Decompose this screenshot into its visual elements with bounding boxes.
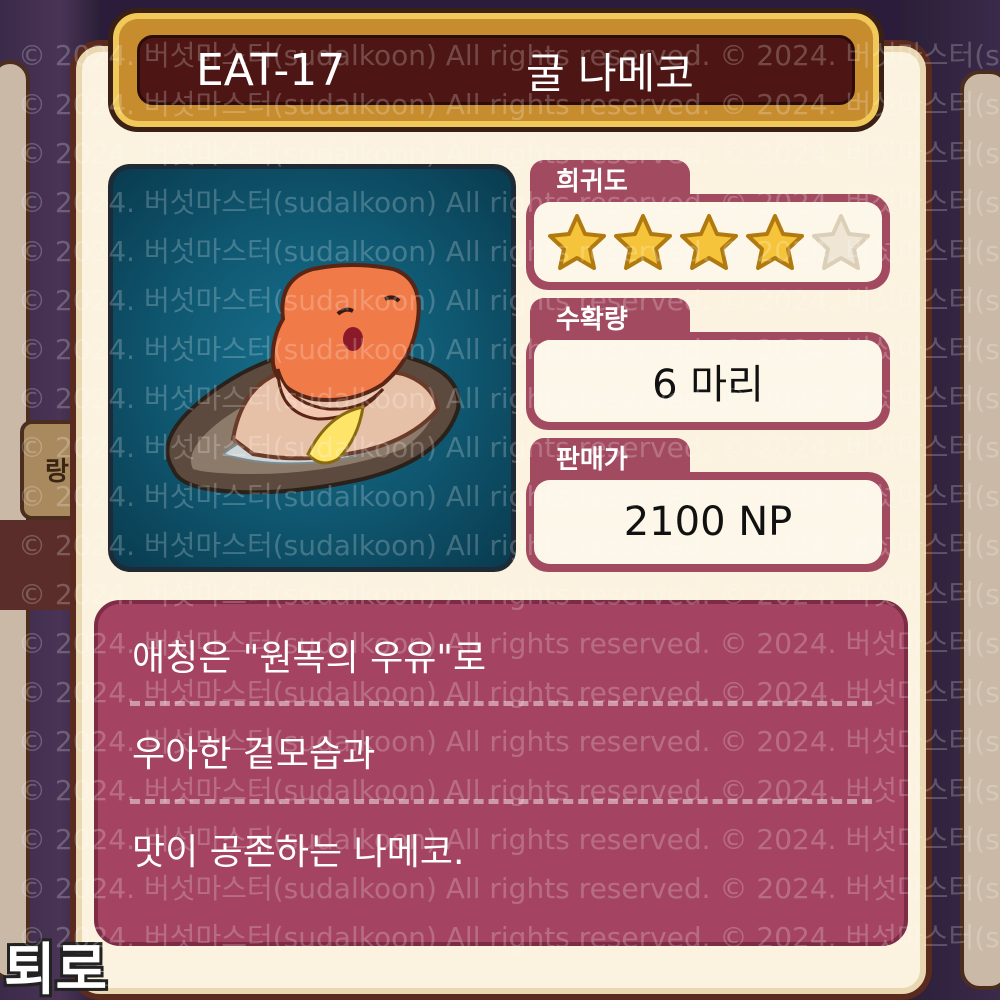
background-bottom-text: 퇴로 (4, 938, 108, 1000)
description-panel: 애칭은 "원목의 우유"로 우아한 겉모습과 맛이 공존하는 나메코. (94, 600, 908, 946)
title-bar-inner: EAT-17 굴 나메코 (137, 35, 855, 105)
harvest-value: 6 마리 (534, 340, 882, 422)
oyster-nameko-icon (165, 263, 461, 495)
star-icon (680, 214, 738, 270)
price-box: 2100 NP (526, 472, 890, 572)
title-bar: EAT-17 굴 나메코 (108, 8, 884, 132)
star-icon (548, 214, 606, 270)
description-line: 맛이 공존하는 나메코. (132, 832, 465, 873)
rarity-box-inner (534, 202, 882, 282)
rarity-stars (534, 212, 882, 272)
star-empty-icon (812, 214, 870, 270)
rarity-box (526, 194, 890, 290)
item-code: EAT-17 (196, 44, 346, 96)
description-line: 애칭은 "원목의 우유"로 (130, 624, 872, 706)
item-name: 굴 나메코 (526, 48, 694, 98)
star-icon (614, 214, 672, 270)
harvest-box: 6 마리 (526, 332, 890, 430)
star-icon (746, 214, 804, 270)
item-portrait (108, 164, 516, 572)
price-value: 2100 NP (534, 480, 882, 564)
background-column (960, 70, 1000, 990)
description-line: 우아한 겉모습과 (130, 706, 872, 804)
